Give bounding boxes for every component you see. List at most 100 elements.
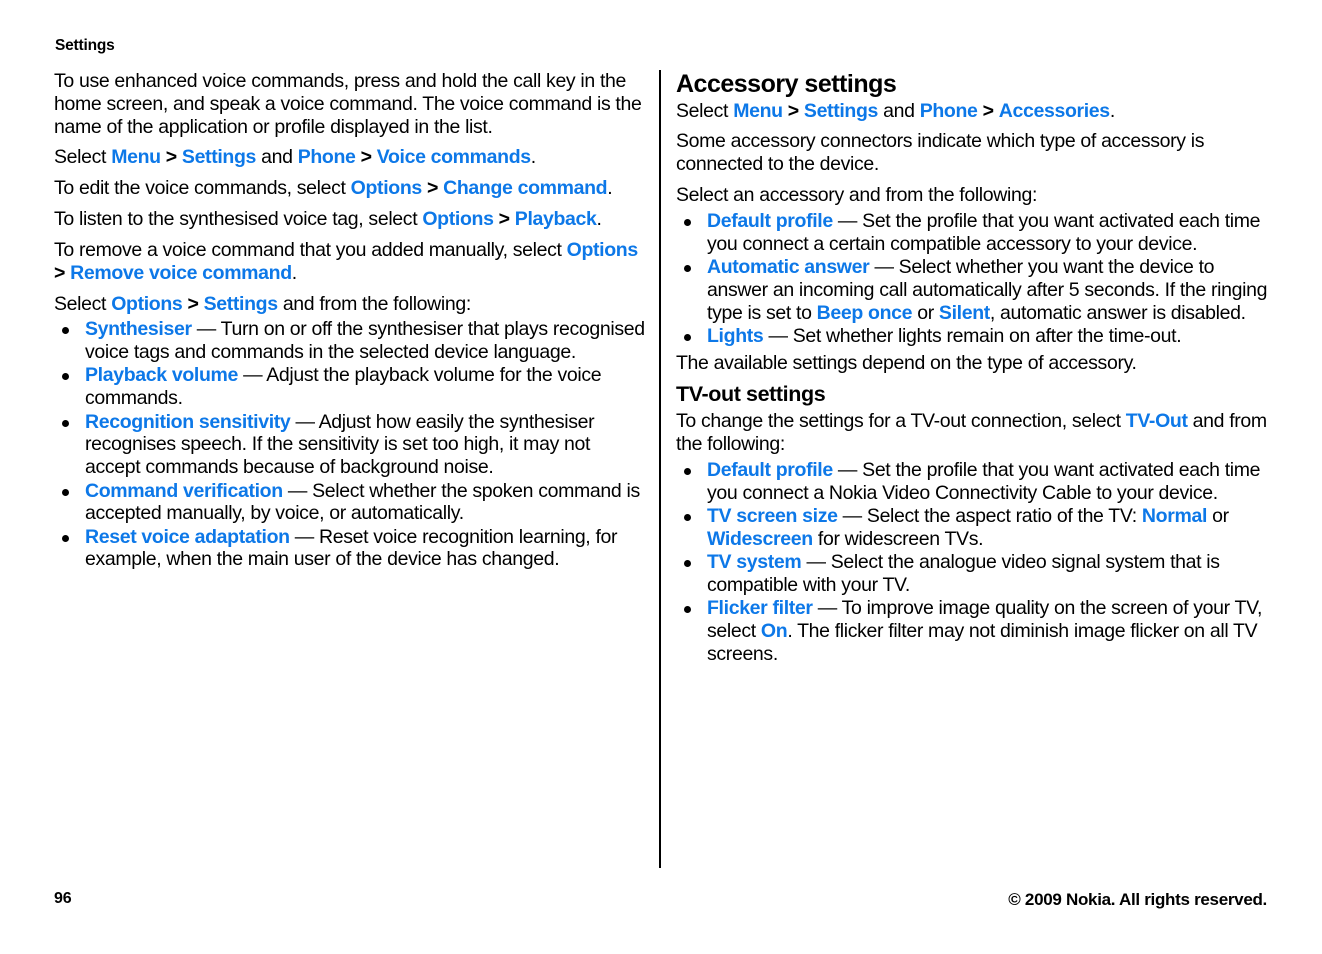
link-automatic-answer[interactable]: Automatic answer <box>707 256 870 278</box>
link-remove-voice-command[interactable]: Remove voice command <box>70 262 292 284</box>
link-reset-voice-adaptation[interactable]: Reset voice adaptation <box>85 526 290 548</box>
edit-voice-commands-line: To edit the voice commands, select Optio… <box>54 177 646 200</box>
path-separator: > <box>187 292 199 315</box>
path-separator-2: > <box>360 146 372 169</box>
path-separator-2: > <box>982 99 994 122</box>
link-recognition-sensitivity[interactable]: Recognition sensitivity <box>85 411 291 433</box>
path-separator: > <box>426 177 439 200</box>
edit-prefix: To edit the voice commands, select <box>54 177 346 200</box>
link-command-verification[interactable]: Command verification <box>85 480 283 502</box>
list-item: Synthesiser — Turn on or off the synthes… <box>54 318 646 364</box>
select-word: Select <box>54 146 107 169</box>
list-item: Command verification — Select whether th… <box>54 480 646 526</box>
accessory-path-line: Select Menu > Settings and Phone > Acces… <box>676 100 1268 123</box>
list-item: Flicker filter — To improve image qualit… <box>676 597 1268 665</box>
list-item: Playback volume — Adjust the playback vo… <box>54 364 646 410</box>
item-description: Set whether lights remain on after the t… <box>792 324 1182 347</box>
em-dash: — <box>837 458 858 481</box>
tvout-settings-list: Default profile — Set the profile that y… <box>676 459 1268 666</box>
section-heading-tv-out-settings: TV-out settings <box>676 382 826 407</box>
path-separator: > <box>787 99 799 122</box>
link-menu[interactable]: Menu <box>111 146 161 168</box>
link-tv-screen-size[interactable]: TV screen size <box>707 505 838 527</box>
link-silent[interactable]: Silent <box>939 302 990 324</box>
link-playback[interactable]: Playback <box>515 208 597 230</box>
link-phone[interactable]: Phone <box>298 146 356 168</box>
link-change-command[interactable]: Change command <box>443 177 607 199</box>
list-item: TV screen size — Select the aspect ratio… <box>676 505 1268 551</box>
settings-lead-in-line: Select Options > Settings and from the f… <box>54 293 646 316</box>
link-tv-out[interactable]: TV-Out <box>1126 410 1188 432</box>
link-tv-system[interactable]: TV system <box>707 551 802 573</box>
link-widescreen[interactable]: Widescreen <box>707 528 813 550</box>
tvout-prefix: To change the settings for a TV-out conn… <box>676 410 1121 433</box>
item-description-part2: for widescreen TVs. <box>817 527 984 550</box>
list-item: Default profile — Set the profile that y… <box>676 210 1268 256</box>
path-separator: > <box>498 208 510 231</box>
tvout-lead-in: To change the settings for a TV-out conn… <box>676 410 1268 456</box>
em-dash: — <box>287 479 308 502</box>
link-normal[interactable]: Normal <box>1142 505 1207 527</box>
period: . <box>596 208 602 231</box>
em-dash: — <box>837 209 858 232</box>
remove-voice-command-line: To remove a voice command that you added… <box>54 239 646 285</box>
accessory-note: Some accessory connectors indicate which… <box>676 130 1205 176</box>
em-dash: — <box>842 504 863 527</box>
link-voice-commands[interactable]: Voice commands <box>377 146 531 168</box>
link-settings[interactable]: Settings <box>204 293 278 315</box>
item-description-part2: , automatic answer is disabled. <box>989 301 1246 324</box>
select-word: Select <box>676 99 729 122</box>
em-dash: — <box>874 255 894 278</box>
em-dash: — <box>243 364 263 387</box>
item-description-part2: . The flicker filter may not diminish im… <box>707 619 1258 665</box>
link-default-profile[interactable]: Default profile <box>707 459 833 481</box>
link-playback-volume[interactable]: Playback volume <box>85 364 238 386</box>
link-menu[interactable]: Menu <box>733 100 783 122</box>
list-item: Automatic answer — Select whether you wa… <box>676 256 1268 324</box>
list-item: Reset voice adaptation — Reset voice rec… <box>54 526 646 572</box>
link-accessories[interactable]: Accessories <box>999 100 1110 122</box>
link-flicker-filter[interactable]: Flicker filter <box>707 597 813 619</box>
or-word: or <box>917 301 934 324</box>
accessory-closing-note: The available settings depend on the typ… <box>676 351 1137 374</box>
list-item: TV system — Select the analogue video si… <box>676 551 1268 597</box>
link-options[interactable]: Options <box>567 239 639 261</box>
and-word: and <box>261 146 293 169</box>
em-dash: — <box>817 597 838 620</box>
link-options[interactable]: Options <box>422 208 494 230</box>
em-dash: — <box>196 318 217 341</box>
link-settings[interactable]: Settings <box>804 100 878 122</box>
voice-settings-list: Synthesiser — Turn on or off the synthes… <box>54 318 646 571</box>
section-heading-accessory-settings: Accessory settings <box>676 70 897 98</box>
list-item: Recognition sensitivity — Adjust how eas… <box>54 411 646 479</box>
period: . <box>530 146 536 169</box>
select-word: Select <box>54 292 107 315</box>
link-synthesiser[interactable]: Synthesiser <box>85 318 192 340</box>
list-item: Lights — Set whether lights remain on af… <box>676 325 1268 348</box>
listen-prefix: To listen to the synthesised voice tag, … <box>54 208 418 231</box>
link-default-profile[interactable]: Default profile <box>707 210 833 232</box>
remove-prefix: To remove a voice command that you added… <box>54 238 562 261</box>
lead-in-suffix: and from the following: <box>282 292 471 315</box>
period: . <box>291 261 297 284</box>
accessory-settings-list: Default profile — Set the profile that y… <box>676 210 1268 348</box>
link-options[interactable]: Options <box>351 177 423 199</box>
period: . <box>1109 99 1115 122</box>
link-lights[interactable]: Lights <box>707 325 764 347</box>
em-dash: — <box>295 410 315 433</box>
path-separator: > <box>165 146 177 169</box>
link-options[interactable]: Options <box>111 293 183 315</box>
list-item: Default profile — Set the profile that y… <box>676 459 1268 505</box>
em-dash: — <box>768 324 788 347</box>
link-phone[interactable]: Phone <box>920 100 978 122</box>
page-number: 96 <box>54 890 72 907</box>
em-dash: — <box>294 525 315 548</box>
item-description-part1: Select the aspect ratio of the TV: <box>866 504 1137 527</box>
link-beep-once[interactable]: Beep once <box>817 302 913 324</box>
intro-paragraph: To use enhanced voice commands, press an… <box>54 70 642 138</box>
link-settings[interactable]: Settings <box>182 146 256 168</box>
link-on[interactable]: On <box>761 620 788 642</box>
left-column: To use enhanced voice commands, press an… <box>54 70 646 575</box>
path-separator: > <box>54 261 66 284</box>
running-head: Settings <box>55 37 115 54</box>
